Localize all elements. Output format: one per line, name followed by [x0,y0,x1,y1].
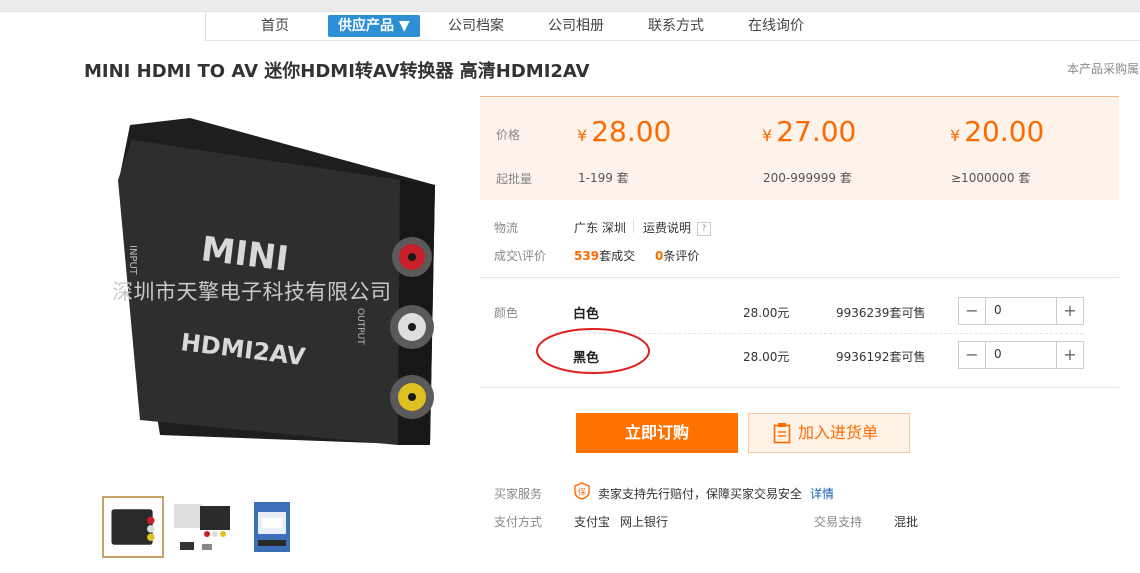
deal-count-suffix: 套成交 [599,249,636,263]
trade-support-value: 混批 [894,515,919,529]
review-count[interactable]: 0条评价 [655,247,699,264]
color-stock: 9936192套可售 [836,350,926,364]
moq-label: 起批量 [496,172,533,186]
color-stock: 9936239套可售 [836,306,926,320]
currency-symbol: ¥ [950,126,961,145]
quantity-input[interactable]: 0 [994,303,1002,317]
logistics-label: 物流 [494,221,519,235]
clipboard-icon [773,423,791,444]
thumbnail-1[interactable] [102,496,164,558]
payment-label: 支付方式 [494,515,543,529]
nav-company-album[interactable]: 公司相册 [548,15,604,37]
price-tier-1: ¥28.00 [577,115,671,148]
add-to-cart-button[interactable]: 加入进货单 [748,413,910,453]
freight-label: 运费说明 [643,221,692,235]
increment-button[interactable]: + [1056,342,1083,368]
divider [633,219,634,233]
procurement-note: 本产品采购属 [1067,62,1140,76]
freight-link[interactable]: 运费说明? [643,219,712,236]
color-price: 28.00元 [743,350,790,364]
deal-count: 539套成交 [574,247,635,264]
thumbnail-2[interactable] [172,496,234,558]
service-details-link[interactable]: 详情 [810,485,834,502]
price-value: 20.00 [964,115,1045,148]
buyer-service-text: 卖家支持先行赔付，保障买家交易安全 [598,487,803,501]
color-price: 28.00元 [743,306,790,320]
color-option-white: 白色 [573,307,600,322]
price-value: 27.00 [776,115,857,148]
price-tier-2: ¥27.00 [762,115,856,148]
payment-method-bank: 网上银行 [620,515,669,529]
tier-range-1: 1-199 套 [578,171,629,185]
highlight-ring [536,328,650,374]
divider [480,387,1119,388]
deal-count-number: 539 [574,249,600,263]
guarantee-shield-icon: 保 [574,482,590,500]
nav-inquiry[interactable]: 在线询价 [748,15,804,37]
price-value: 28.00 [591,115,672,148]
thumbnail-3[interactable] [242,496,304,558]
nav-products[interactable]: 供应产品 ▼ [328,15,420,37]
currency-symbol: ¥ [577,126,588,145]
payment-method-alipay: 支付宝 [574,515,611,529]
buyer-service-label: 买家服务 [494,487,543,501]
review-count-suffix: 条评价 [663,249,700,263]
image-watermark: 深圳市天擎电子科技有限公司 [112,280,392,304]
device-input-label: INPUT [127,245,138,276]
nav-home[interactable]: 首页 [261,15,289,37]
buy-now-button[interactable]: 立即订购 [576,413,738,453]
product-title: MINI HDMI TO AV 迷你HDMI转AV转换器 高清HDMI2AV [84,61,590,82]
price-panel: 价格 起批量 ¥28.00 ¥27.00 ¥20.00 1-199 套 200-… [480,96,1119,200]
device-output-label: OUTPUT [355,308,365,345]
increment-button[interactable]: + [1056,298,1083,324]
tier-range-2: 200-999999 套 [763,171,852,185]
help-icon[interactable]: ? [697,221,712,236]
quantity-stepper-black: − 0 + [958,341,1084,369]
decrement-button[interactable]: − [959,342,986,368]
price-tier-3: ¥20.00 [950,115,1044,148]
top-strip [0,0,1140,12]
deals-label: 成交\评价 [494,249,547,263]
nav-company-profile[interactable]: 公司档案 [448,15,504,37]
currency-symbol: ¥ [762,126,773,145]
quantity-input[interactable]: 0 [994,347,1002,361]
guarantee-badge-text: 保 [578,487,586,497]
logistics-location: 广东 深圳 [574,221,626,235]
quantity-stepper-white: − 0 + [958,297,1084,325]
price-label: 价格 [496,128,521,142]
tier-range-3: ≥1000000 套 [951,171,1031,185]
top-nav: 首页 供应产品 ▼ 公司档案 公司相册 联系方式 在线询价 [205,12,1140,41]
trade-support-label: 交易支持 [814,515,863,529]
color-label: 颜色 [494,306,519,320]
nav-contact[interactable]: 联系方式 [648,15,704,37]
decrement-button[interactable]: − [959,298,986,324]
divider [480,277,1119,278]
add-to-cart-label: 加入进货单 [798,423,879,442]
